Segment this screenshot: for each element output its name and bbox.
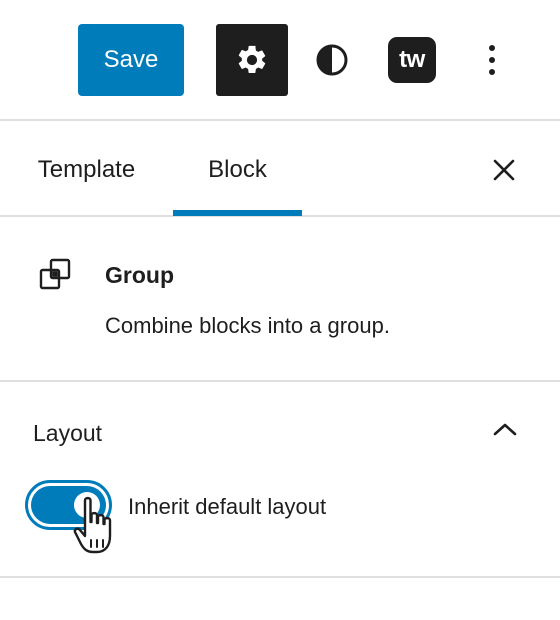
sidebar-tabs: Template Block (0, 123, 560, 217)
block-title: Group (105, 262, 174, 288)
block-card: Group Combine blocks into a group. (0, 219, 560, 382)
block-description: Combine blocks into a group. (105, 313, 390, 338)
tab-template[interactable]: Template (14, 123, 159, 217)
header-toolbar: Save tw (0, 0, 560, 121)
hand-pointer-cursor-icon (73, 496, 112, 554)
block-settings-sidebar: Save tw Template Block Group Combine blo… (0, 0, 560, 620)
group-icon (39, 258, 71, 290)
gear-icon (238, 45, 266, 74)
styles-button[interactable] (310, 36, 354, 84)
collapse-layout-button[interactable] (488, 414, 522, 444)
save-button[interactable]: Save (78, 24, 184, 96)
chevron-up-icon (493, 423, 517, 436)
tab-block[interactable]: Block (173, 123, 302, 217)
tw-plugin-button[interactable]: tw (388, 37, 436, 83)
inherit-layout-label[interactable]: Inherit default layout (128, 494, 326, 520)
options-button[interactable] (474, 36, 510, 84)
layout-panel: Layout Inherit default layout (0, 384, 560, 578)
active-tab-indicator (173, 210, 302, 216)
settings-button[interactable] (216, 24, 288, 96)
vertical-ellipsis-icon (489, 45, 495, 75)
half-circle-contrast-icon (316, 44, 348, 76)
close-sidebar-button[interactable] (484, 150, 524, 190)
layout-panel-title[interactable]: Layout (33, 420, 102, 447)
close-icon (493, 159, 515, 181)
